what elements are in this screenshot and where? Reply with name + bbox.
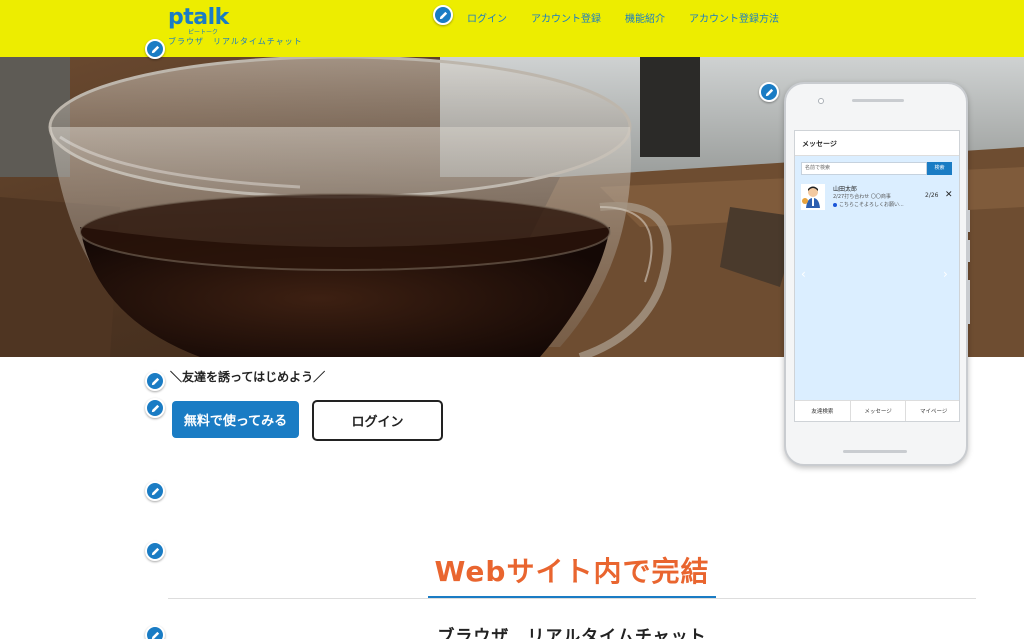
screen-tab-bar: 友達検索 メッセージ マイページ — [795, 400, 959, 421]
message-list: 名前で検索 検索 山田太郎 2/27打ち合わせ 〇〇商事 こちらこそよろしくお願… — [795, 156, 959, 400]
login-button[interactable]: ログイン — [312, 400, 443, 441]
site-tagline: ブラウザ リアルタイムチャット — [168, 37, 303, 46]
tab-friend-search[interactable]: 友達検索 — [795, 401, 851, 421]
page: ptalk ピートーク ブラウザ リアルタイムチャット ログイン アカウント登録… — [0, 0, 1024, 639]
phone-screen: メッセージ 名前で検索 検索 山田太郎 2/27打ち合わせ 〇〇商事 こちらこそ… — [794, 130, 960, 422]
phone-camera — [818, 98, 824, 104]
chevron-left-icon[interactable]: ‹ — [801, 267, 806, 281]
nav-login[interactable]: ログイン — [467, 10, 507, 25]
section-divider — [168, 598, 976, 599]
message-subject: 2/27打ち合わせ 〇〇商事 — [833, 194, 891, 200]
phone-side-button — [968, 240, 970, 262]
chevron-right-icon[interactable]: › — [943, 267, 948, 281]
pencil-icon[interactable] — [145, 371, 165, 391]
section-subtitle: ブラウザ リアルタイムチャット — [437, 627, 707, 639]
screen-search: 名前で検索 検索 — [801, 162, 952, 175]
pencil-icon[interactable] — [145, 39, 165, 59]
unread-dot-icon — [833, 202, 837, 207]
phone-mockup: メッセージ 名前で検索 検索 山田太郎 2/27打ち合わせ 〇〇商事 こちらこそ… — [784, 82, 970, 466]
nav-register-howto[interactable]: アカウント登録方法 — [689, 10, 779, 25]
search-input[interactable]: 名前で検索 — [801, 162, 927, 175]
avatar-icon — [801, 184, 825, 210]
try-free-button[interactable]: 無料で使ってみる — [172, 401, 299, 438]
invite-text: ＼友達を誘ってはじめよう／ — [170, 370, 326, 384]
pencil-icon[interactable] — [759, 82, 779, 102]
screen-title: メッセージ — [795, 131, 959, 156]
message-item[interactable]: 山田太郎 2/27打ち合わせ 〇〇商事 こちらこそよろしくお願い... 2/26… — [801, 182, 957, 214]
message-date: 2/26 — [925, 192, 939, 199]
phone-side-button — [968, 280, 970, 324]
section-title: Webサイト内で完結 — [434, 555, 710, 588]
tab-mypage[interactable]: マイページ — [906, 401, 959, 421]
section-title-underline — [428, 596, 716, 598]
close-icon[interactable]: ✕ — [945, 190, 953, 200]
phone-home-bar — [843, 450, 907, 453]
message-preview: こちらこそよろしくお願い... — [839, 202, 904, 208]
phone-speaker — [852, 99, 904, 102]
tab-messages[interactable]: メッセージ — [851, 401, 907, 421]
pencil-icon[interactable] — [145, 398, 165, 418]
nav-register[interactable]: アカウント登録 — [531, 10, 601, 25]
logo-reading: ピートーク — [188, 29, 219, 36]
message-preview-row: こちらこそよろしくお願い... — [833, 201, 904, 208]
main-nav: ログイン アカウント登録 機能紹介 アカウント登録方法 — [467, 10, 779, 25]
phone-side-button — [968, 210, 970, 232]
nav-features[interactable]: 機能紹介 — [625, 10, 665, 25]
search-button[interactable]: 検索 — [927, 162, 952, 175]
pencil-icon[interactable] — [433, 5, 453, 25]
message-sender: 山田太郎 — [833, 186, 858, 193]
pencil-icon[interactable] — [145, 481, 165, 501]
